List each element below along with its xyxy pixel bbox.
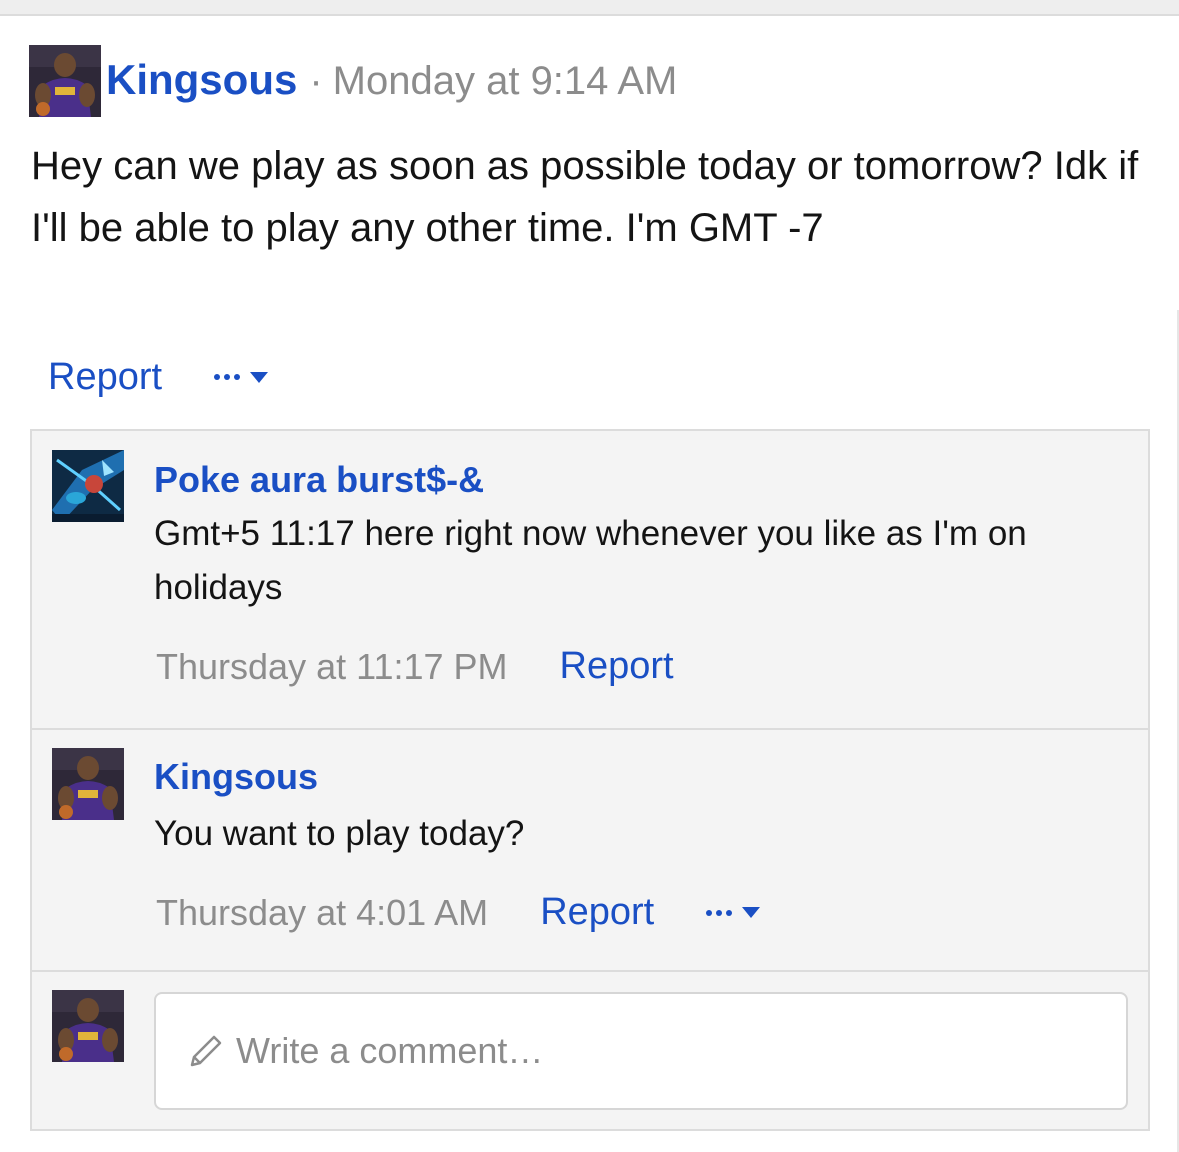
ellipsis-icon	[706, 909, 733, 916]
comment-report-link[interactable]: Report	[540, 891, 654, 934]
top-bar	[0, 0, 1179, 16]
comment-text: Gmt+5 11:17 here right now whenever you …	[154, 514, 1027, 607]
comment-thread: Poke aura burst$-& Gmt+5 11:17 here righ…	[30, 429, 1150, 1131]
post-author-avatar[interactable]	[29, 45, 101, 117]
comment-author-link[interactable]: Kingsous	[154, 756, 318, 798]
pencil-icon	[190, 1035, 222, 1067]
comment-composer: Write a comment…	[32, 970, 1148, 1131]
comment-input-placeholder: Write a comment…	[236, 1030, 544, 1071]
comment-meta: Thursday at 4:01 AM Report	[156, 891, 761, 934]
comment-timestamp[interactable]: Thursday at 4:01 AM	[156, 892, 488, 934]
post-actions: Report	[48, 352, 269, 402]
comment-input[interactable]: Write a comment…	[154, 992, 1128, 1110]
post-report-link[interactable]: Report	[48, 356, 162, 399]
comment-item: Kingsous You want to play today? Thursda…	[32, 728, 1148, 970]
header-separator: ·	[309, 59, 323, 103]
comment-text: You want to play today?	[154, 814, 525, 853]
avatar-image	[52, 450, 124, 522]
comment-author-avatar[interactable]	[52, 450, 124, 522]
post-author-link[interactable]: Kingsous	[106, 56, 297, 104]
post-timestamp[interactable]: Monday at 9:14 AM	[333, 59, 678, 104]
post-header: Kingsous · Monday at 9:14 AM	[106, 56, 677, 104]
post-body-text: Hey can we play as soon as possible toda…	[31, 144, 1139, 250]
avatar-image	[52, 748, 124, 820]
post-more-menu[interactable]	[214, 371, 269, 383]
comment-timestamp[interactable]: Thursday at 11:17 PM	[156, 646, 508, 688]
current-user-avatar	[52, 990, 124, 1062]
caret-down-icon	[742, 907, 761, 918]
avatar-image	[52, 990, 124, 1062]
caret-down-icon	[250, 371, 269, 383]
comment-author-avatar[interactable]	[52, 748, 124, 820]
comment-report-link[interactable]: Report	[560, 645, 674, 688]
ellipsis-icon	[214, 374, 241, 380]
comment-meta: Thursday at 11:17 PM Report	[156, 645, 674, 688]
avatar-image	[29, 45, 101, 117]
comment-author-link[interactable]: Poke aura burst$-&	[154, 459, 484, 501]
comment-more-menu[interactable]	[706, 907, 761, 918]
comment-item: Poke aura burst$-& Gmt+5 11:17 here righ…	[32, 431, 1148, 728]
